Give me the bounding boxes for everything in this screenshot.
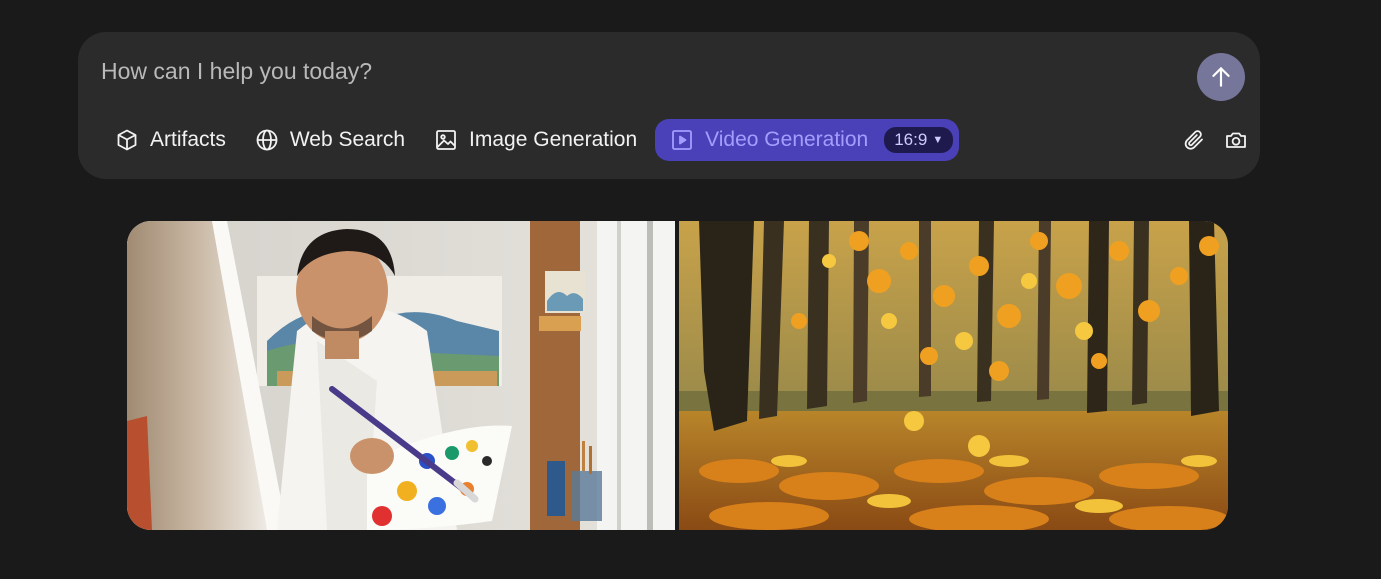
example-image-autumn-leaves[interactable]: [679, 221, 1228, 530]
prompt-composer: Artifacts Web Search: [78, 32, 1260, 179]
example-image-artist-painting[interactable]: [127, 221, 675, 530]
aspect-ratio-dropdown[interactable]: 16:9 ▼: [884, 127, 954, 153]
caret-down-icon: ▼: [932, 134, 944, 146]
attach-button[interactable]: [1179, 125, 1209, 155]
image-icon: [433, 127, 459, 153]
image-generation-button[interactable]: Image Generation: [419, 119, 651, 161]
globe-icon: [254, 127, 280, 153]
attachment-actions: [1167, 125, 1251, 155]
video-generation-button[interactable]: Video Generation 16:9 ▼: [655, 119, 960, 161]
tool-bar: Artifacts Web Search Image Generation Vi…: [100, 119, 960, 161]
artifacts-label: Artifacts: [150, 128, 226, 151]
image-generation-label: Image Generation: [469, 128, 638, 151]
arrow-up-icon: [1212, 67, 1230, 87]
paperclip-icon: [1184, 130, 1203, 150]
video-generation-label: Video Generation: [705, 128, 869, 151]
page: Artifacts Web Search: [0, 0, 1381, 579]
web-search-button[interactable]: Web Search: [240, 119, 419, 161]
example-video-gallery: [127, 221, 1228, 530]
camera-icon: [1226, 132, 1246, 148]
artifacts-button[interactable]: Artifacts: [100, 119, 240, 161]
cube-icon: [114, 127, 140, 153]
aspect-ratio-value: 16:9: [894, 130, 928, 149]
camera-button[interactable]: [1221, 125, 1251, 155]
prompt-input[interactable]: [101, 56, 1161, 86]
send-button[interactable]: [1197, 53, 1245, 101]
play-square-icon: [669, 127, 695, 153]
web-search-label: Web Search: [289, 128, 406, 151]
